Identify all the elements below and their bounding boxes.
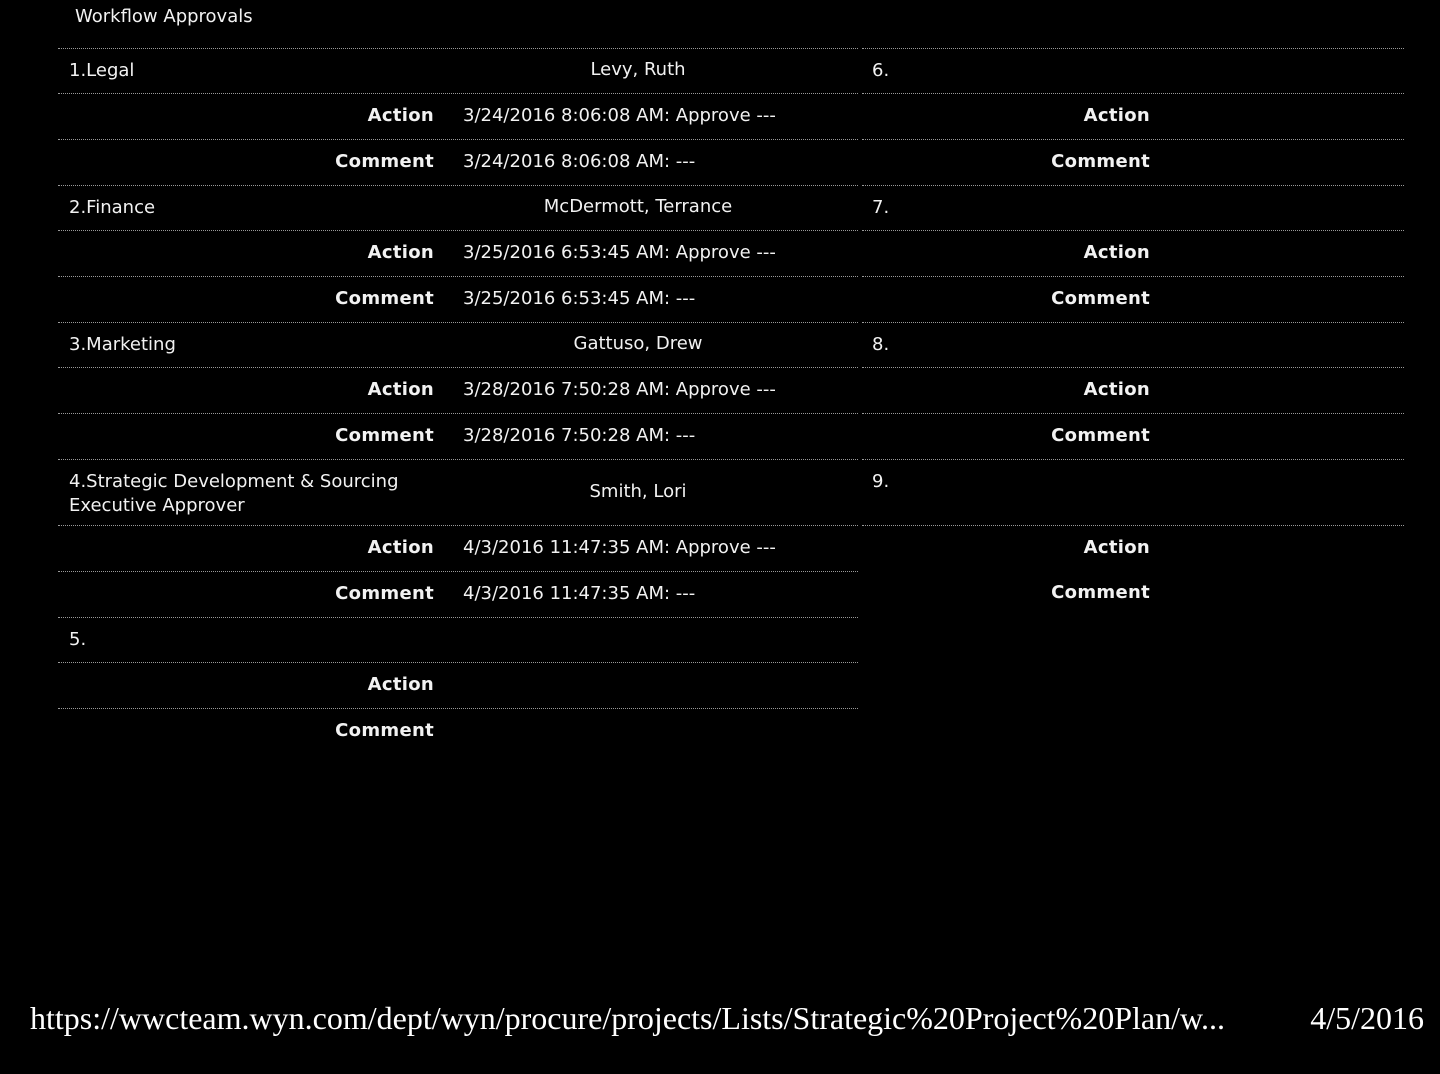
comment-row: Comment	[862, 276, 1404, 322]
comment-value: 3/24/2016 8:06:08 AM: ---	[463, 151, 696, 172]
step-label: 5.	[69, 629, 87, 650]
comment-label: Comment	[335, 288, 434, 309]
step-row: 9.	[862, 459, 1404, 525]
action-label: Action	[1083, 242, 1150, 263]
step-label: 6.	[872, 60, 890, 81]
step-label: 1.Legal	[69, 60, 135, 81]
step-row: 8.	[862, 322, 1404, 367]
action-row: Action	[862, 525, 1404, 571]
comment-row: Comment	[862, 139, 1404, 185]
step-row: 6.	[862, 48, 1404, 93]
step-label: 2.Finance	[69, 197, 156, 218]
comment-row: Comment	[58, 708, 858, 754]
step-row: 4.Strategic Development & Sourcing Execu…	[58, 459, 858, 525]
action-label: Action	[367, 537, 434, 558]
step-row: 5.	[58, 617, 858, 662]
approver-name: Gattuso, Drew	[573, 333, 703, 354]
step-label: 4.Strategic Development & Sourcing Execu…	[69, 471, 399, 516]
action-label: Action	[367, 674, 434, 695]
comment-value: 4/3/2016 11:47:35 AM: ---	[463, 583, 696, 604]
action-value: 4/3/2016 11:47:35 AM: Approve ---	[463, 537, 776, 558]
comment-row: Comment	[862, 571, 1404, 617]
step-label: 8.	[872, 334, 890, 355]
comment-value: 3/25/2016 6:53:45 AM: ---	[463, 288, 696, 309]
step-label: 7.	[872, 197, 890, 218]
comment-row: Comment	[862, 413, 1404, 459]
action-row: Action	[862, 93, 1404, 139]
comment-label: Comment	[1051, 425, 1150, 446]
action-row: Action 3/28/2016 7:50:28 AM: Approve ---	[58, 367, 858, 413]
step-label: 3.Marketing	[69, 334, 176, 355]
comment-label: Comment	[335, 425, 434, 446]
comment-row: Comment 3/24/2016 8:06:08 AM: ---	[58, 139, 858, 185]
step-row: 2.Finance McDermott, Terrance	[58, 185, 858, 230]
comment-label: Comment	[335, 583, 434, 604]
action-label: Action	[367, 379, 434, 400]
step-row: 7.	[862, 185, 1404, 230]
comment-label: Comment	[1051, 288, 1150, 309]
comment-label: Comment	[335, 151, 434, 172]
action-value: 3/25/2016 6:53:45 AM: Approve ---	[463, 242, 776, 263]
comment-row: Comment 3/25/2016 6:53:45 AM: ---	[58, 276, 858, 322]
action-row: Action	[862, 367, 1404, 413]
action-row: Action	[58, 662, 858, 708]
step-row: 3.Marketing Gattuso, Drew	[58, 322, 858, 367]
action-row: Action 3/25/2016 6:53:45 AM: Approve ---	[58, 230, 858, 276]
action-value: 3/24/2016 8:06:08 AM: Approve ---	[463, 105, 776, 126]
action-label: Action	[367, 242, 434, 263]
comment-label: Comment	[1051, 582, 1150, 603]
comment-label: Comment	[335, 720, 434, 741]
approvals-left-column: 1.Legal Levy, Ruth Action 3/24/2016 8:06…	[58, 48, 858, 754]
step-label: 9.	[872, 471, 890, 492]
step-row: 1.Legal Levy, Ruth	[58, 48, 858, 93]
comment-row: Comment 4/3/2016 11:47:35 AM: ---	[58, 571, 858, 617]
comment-label: Comment	[1051, 151, 1150, 172]
action-row: Action	[862, 230, 1404, 276]
section-title: Workflow Approvals	[75, 6, 253, 27]
action-label: Action	[1083, 379, 1150, 400]
comment-row: Comment 3/28/2016 7:50:28 AM: ---	[58, 413, 858, 459]
approver-name: McDermott, Terrance	[543, 196, 733, 217]
comment-value: 3/28/2016 7:50:28 AM: ---	[463, 425, 696, 446]
action-row: Action 3/24/2016 8:06:08 AM: Approve ---	[58, 93, 858, 139]
approver-name: Levy, Ruth	[590, 59, 686, 80]
action-row: Action 4/3/2016 11:47:35 AM: Approve ---	[58, 525, 858, 571]
action-value: 3/28/2016 7:50:28 AM: Approve ---	[463, 379, 776, 400]
print-date: 4/5/2016	[1310, 1000, 1424, 1036]
action-label: Action	[1083, 105, 1150, 126]
action-label: Action	[367, 105, 434, 126]
approver-name: Smith, Lori	[589, 481, 687, 502]
action-label: Action	[1083, 537, 1150, 558]
approvals-right-column: 6. Action Comment 7. Action Comment 8. A…	[862, 48, 1404, 617]
page-url: https://wwcteam.wyn.com/dept/wyn/procure…	[30, 1000, 1226, 1036]
